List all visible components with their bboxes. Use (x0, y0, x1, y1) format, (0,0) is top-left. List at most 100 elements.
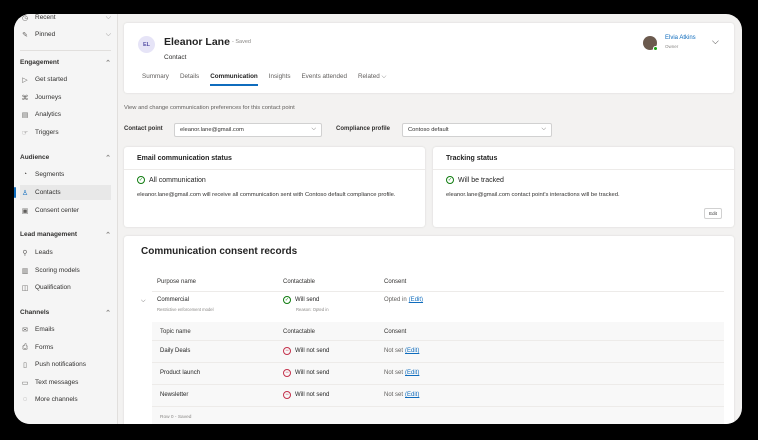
sidebar-item-label: Text messages (35, 379, 79, 386)
contactable-text: Will send (295, 297, 320, 303)
contactable-status: − Will not send (283, 347, 329, 355)
sidebar-item-triggers[interactable]: ☞ Triggers (20, 125, 111, 140)
contact-icon: ♙ (21, 189, 29, 197)
topic-name: Daily Deals (160, 348, 191, 354)
sidebar-item-analytics[interactable]: ▤ Analytics (20, 107, 111, 122)
consent-text: Not set (384, 392, 404, 398)
edit-link[interactable]: (Edit) (405, 370, 419, 376)
chevron-down-icon[interactable]: ⌵ (141, 298, 146, 305)
scoring-icon: ▥ (21, 267, 29, 275)
clock-icon: ◷ (21, 14, 29, 22)
tab-insights[interactable]: Insights (269, 73, 291, 86)
consent-icon: ▣ (21, 207, 29, 215)
sidebar-item-label: Segments (35, 171, 65, 178)
save-status: - Saved (232, 39, 251, 45)
sidebar-item-label: Consent center (35, 207, 80, 214)
status: ✓ Will be tracked (446, 176, 504, 184)
sidebar-group-lead-management[interactable]: Lead management ⌃ (20, 227, 111, 242)
column-header: Contactable (283, 279, 316, 285)
sidebar-item-scoring-models[interactable]: ▥ Scoring models (20, 263, 111, 278)
sidebar-item-label: Triggers (35, 129, 59, 136)
tab-events-attended[interactable]: Events attended (301, 73, 347, 86)
column-header: Topic name (160, 329, 191, 335)
edit-link[interactable]: (Edit) (405, 392, 419, 398)
blocked-icon: − (283, 347, 291, 355)
sidebar-item-label: Contacts (35, 189, 61, 196)
segment-icon: ◔ (22, 171, 28, 178)
contactable-text: Will not send (295, 392, 330, 398)
status: ✓ All communication (137, 176, 206, 184)
sidebar-item-consent-center[interactable]: ▣ Consent center (20, 203, 111, 218)
chevron-up-icon: ⌃ (105, 154, 111, 162)
section-description: View and change communication preference… (124, 105, 295, 111)
sidebar-item-get-started[interactable]: ▷ Get started (20, 72, 111, 87)
edit-link[interactable]: (Edit) (409, 297, 423, 303)
consent-value: Opted in (Edit) (384, 297, 423, 303)
analytics-icon: ▤ (21, 111, 29, 119)
sidebar-group-engagement[interactable]: Engagement ⌃ (20, 55, 111, 70)
consent-text: Opted in (384, 297, 407, 303)
sidebar-item-contacts[interactable]: ♙ Contacts (14, 185, 111, 200)
tab-summary[interactable]: Summary (142, 73, 169, 86)
group-title: Audience (20, 154, 50, 161)
group-title: Channels (20, 309, 50, 316)
sidebar-item-label: More channels (35, 396, 78, 403)
owner-name[interactable]: Elvia Atkins (665, 35, 696, 41)
main-content: EL Eleanor Lane - Saved Contact Elvia At… (124, 14, 742, 424)
consent-text: Not set (384, 348, 404, 354)
blocked-icon: − (283, 369, 291, 377)
divider (152, 384, 724, 385)
sidebar-item-emails[interactable]: ✉ Emails (20, 322, 111, 337)
card-title: Email communication status (137, 155, 232, 162)
divider (152, 291, 724, 292)
check-circle-icon: ✓ (283, 296, 291, 304)
channels-icon: ◌ (22, 396, 28, 403)
compliance-profile-label: Compliance profile (336, 126, 391, 132)
tab-details[interactable]: Details (180, 73, 199, 86)
status-text: Will be tracked (458, 176, 504, 184)
card-title: Communication consent records (141, 246, 298, 257)
sidebar-group-channels[interactable]: Channels ⌃ (20, 305, 111, 320)
selected-value: eleanor.lane@gmail.com (180, 127, 244, 133)
tab-communication[interactable]: Communication (210, 73, 258, 86)
sidebar-item-label: Push notifications (35, 361, 86, 368)
sidebar-item-qualification[interactable]: ◫ Qualification (20, 280, 111, 295)
topic-name: Product launch (160, 370, 201, 376)
sidebar-item-forms[interactable]: ⎙ Forms (20, 340, 111, 355)
sidebar-item-label: Pinned (35, 31, 56, 38)
sidebar-item-text-messages[interactable]: ▭ Text messages (20, 375, 111, 390)
sidebar-item-pinned[interactable]: ✎ Pinned ⌵ (20, 27, 111, 42)
tab-related[interactable]: Related ⌵ (358, 73, 386, 86)
sidebar-item-label: Analytics (35, 111, 62, 118)
sidebar-item-segments[interactable]: ◔ Segments (20, 167, 111, 182)
enforcement-model: Restrictive enforcement model (157, 307, 214, 312)
chevron-up-icon: ⌃ (105, 231, 111, 239)
sidebar-item-label: Get started (35, 76, 68, 83)
tracking-status-card: Tracking status ✓ Will be tracked eleano… (433, 147, 734, 227)
contact-point-select[interactable]: eleanor.lane@gmail.com ⌵ (174, 123, 322, 137)
edit-link[interactable]: (Edit) (405, 348, 419, 354)
contactable-text: Will not send (295, 370, 330, 376)
record-type: Contact (164, 54, 187, 61)
chevron-down-icon[interactable]: ⌵ (712, 36, 719, 47)
status-text: All communication (149, 176, 206, 184)
sidebar-item-leads[interactable]: ⚲ Leads (20, 245, 111, 260)
sidebar-item-label: Recent (35, 14, 56, 21)
sidebar-item-journeys[interactable]: ⌘ Journeys (20, 90, 111, 105)
sidebar-item-push-notifications[interactable]: ▯ Push notifications (20, 357, 111, 372)
sidebar-group-audience[interactable]: Audience ⌃ (20, 150, 111, 165)
sidebar-item-more-channels[interactable]: ◌ More channels (20, 392, 111, 407)
consent-records-card: Communication consent records Purpose na… (124, 236, 734, 424)
chevron-up-icon: ⌃ (105, 59, 111, 67)
sidebar-item-recent[interactable]: ◷ Recent ⌵ (20, 14, 111, 25)
edit-button[interactable]: Edit (704, 208, 722, 219)
sidebar-item-label: Leads (35, 249, 53, 256)
chevron-down-icon: ⌵ (105, 30, 111, 38)
compliance-profile-select[interactable]: Contoso default ⌵ (402, 123, 552, 137)
owner-role: Owner (665, 44, 679, 49)
blocked-icon: − (283, 391, 291, 399)
divider (152, 340, 724, 341)
selected-value: Contoso default (408, 127, 449, 133)
column-header: Consent (384, 329, 407, 335)
sms-icon: ▭ (21, 379, 29, 387)
